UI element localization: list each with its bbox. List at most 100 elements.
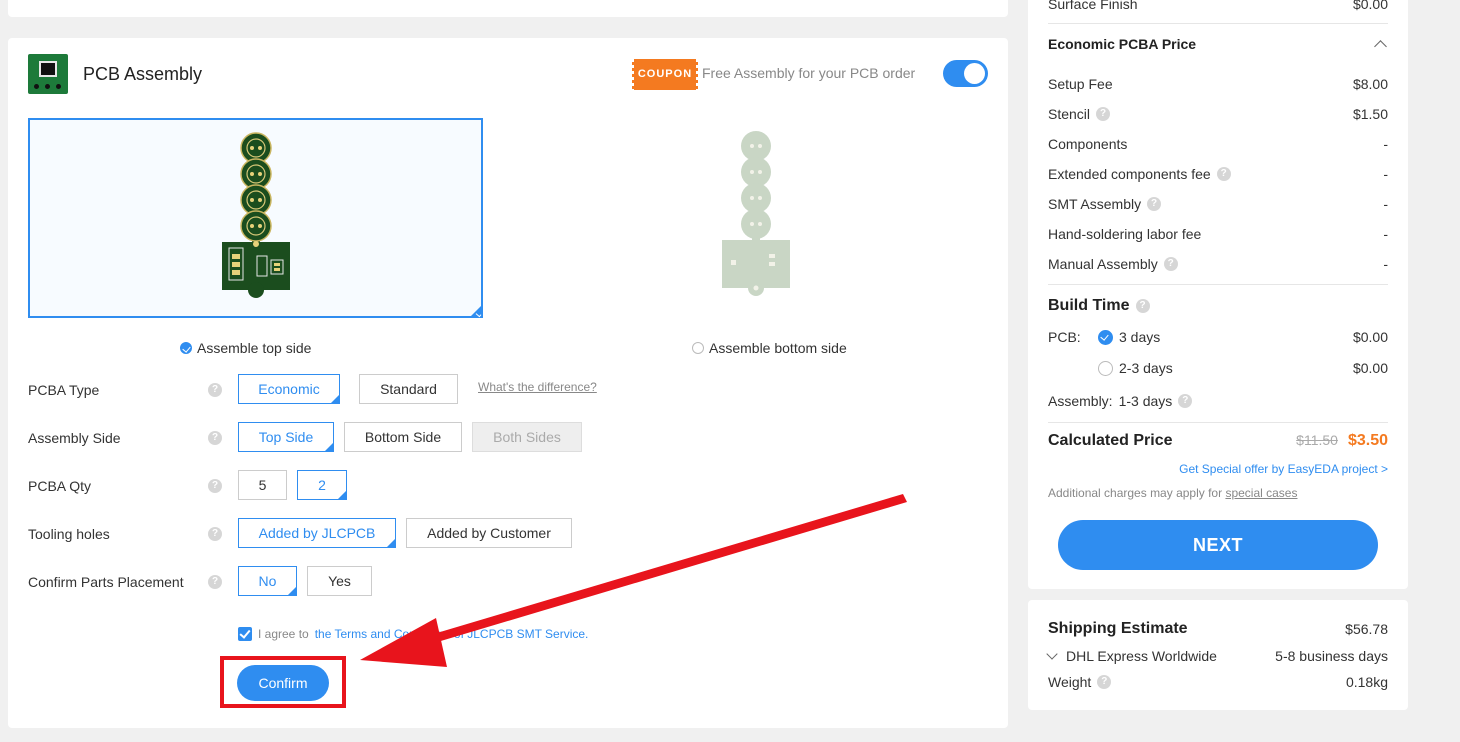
whats-the-difference-link[interactable]: What's the difference? xyxy=(478,380,597,394)
assembly-time-value: 1-3 days xyxy=(1118,393,1173,409)
shipping-title: Shipping Estimate xyxy=(1048,620,1188,637)
help-icon[interactable]: ? xyxy=(1216,167,1231,181)
manual-assembly-label: Manual Assembly xyxy=(1048,256,1158,272)
shipping-estimate-card: Shipping Estimate $56.78 DHL Express Wor… xyxy=(1028,600,1408,710)
calculated-price-row: Calculated Price $11.50 $3.50 xyxy=(1048,432,1388,450)
setup-fee-value: $8.00 xyxy=(1352,76,1388,92)
stencil-value: $1.50 xyxy=(1352,106,1388,122)
help-icon[interactable]: ? xyxy=(208,575,222,589)
pcba-qty-2-button[interactable]: 2 xyxy=(297,470,347,500)
weight-value: 0.18kg xyxy=(1345,674,1388,690)
hand-soldering-label: Hand-soldering labor fee xyxy=(1048,226,1202,242)
help-icon[interactable]: ? xyxy=(1097,675,1112,689)
previous-section-card xyxy=(8,0,1008,17)
help-icon[interactable]: ? xyxy=(1178,394,1193,408)
pcb-2-3-days-label: 2-3 days xyxy=(1119,360,1173,376)
components-row: Components - xyxy=(1048,136,1388,152)
stencil-label: Stencil xyxy=(1048,106,1091,122)
top-side-preview[interactable] xyxy=(28,118,483,318)
additional-prefix: Additional charges may apply for xyxy=(1048,486,1223,500)
hand-soldering-value: - xyxy=(1383,226,1388,242)
radio-unchecked-icon xyxy=(692,342,704,354)
additional-charges-note: Additional charges may apply for special… xyxy=(1048,486,1297,500)
help-icon[interactable]: ? xyxy=(208,527,222,541)
confirm-parts-no-button[interactable]: No xyxy=(238,566,297,596)
pcb-assembly-icon xyxy=(28,54,68,94)
pcb-top-image xyxy=(221,132,290,298)
surface-finish-row: Surface Finish $0.00 xyxy=(1048,0,1388,12)
both-sides-button: Both Sides xyxy=(472,422,582,452)
special-cases-link[interactable]: special cases xyxy=(1225,486,1297,500)
shipping-method-row[interactable]: DHL Express Worldwide 5-8 business days xyxy=(1046,648,1388,664)
confirm-highlight-box: Confirm xyxy=(220,656,346,708)
radio-checked-icon xyxy=(1098,329,1113,345)
components-value: - xyxy=(1383,136,1388,152)
build-time-title: Build Time xyxy=(1048,297,1130,314)
manual-assembly-row: Manual Assembly? - xyxy=(1048,256,1388,272)
confirm-parts-yes-button[interactable]: Yes xyxy=(307,566,372,596)
extended-components-value: - xyxy=(1383,166,1388,182)
help-icon[interactable]: ? xyxy=(208,383,222,397)
shipping-value: $56.78 xyxy=(1345,621,1388,637)
agree-prefix: I agree to xyxy=(258,627,309,641)
chevron-down-icon xyxy=(1046,648,1058,660)
help-icon[interactable]: ? xyxy=(1163,257,1178,271)
terms-link[interactable]: the Terms and Conditions of JLCPCB SMT S… xyxy=(315,627,589,641)
setup-fee-label: Setup Fee xyxy=(1048,76,1113,92)
chevron-up-icon xyxy=(1374,40,1387,53)
confirm-parts-row: Confirm Parts Placement ? No Yes xyxy=(28,566,728,598)
pcb-2-3-days-value: $0.00 xyxy=(1352,360,1388,376)
agree-checkbox[interactable] xyxy=(238,627,252,641)
bottom-side-preview[interactable] xyxy=(528,118,983,318)
smt-assembly-value: - xyxy=(1383,196,1388,212)
smt-assembly-row: SMT Assembly? - xyxy=(1048,196,1388,212)
special-offer-link[interactable]: Get Special offer by EasyEDA project > xyxy=(1179,462,1388,476)
shipping-method: DHL Express Worldwide xyxy=(1066,648,1217,664)
pcb-bottom-image xyxy=(721,131,790,296)
assemble-top-label: Assemble top side xyxy=(197,340,312,356)
economic-price-title: Economic PCBA Price xyxy=(1048,36,1197,52)
added-by-jlcpcb-button[interactable]: Added by JLCPCB xyxy=(238,518,396,548)
build-time-header: Build Time ? xyxy=(1048,297,1388,315)
manual-assembly-value: - xyxy=(1383,256,1388,272)
pcb-assembly-card: PCB Assembly COUPON Free Assembly for yo… xyxy=(8,38,1008,728)
components-label: Components xyxy=(1048,136,1128,152)
top-side-button[interactable]: Top Side xyxy=(238,422,334,452)
pcba-type-row: PCBA Type ? Economic Standard What's the… xyxy=(28,374,728,406)
added-by-customer-button[interactable]: Added by Customer xyxy=(406,518,572,548)
confirm-button[interactable]: Confirm xyxy=(237,665,329,701)
bottom-side-button[interactable]: Bottom Side xyxy=(344,422,462,452)
pcb-2-3-days-row[interactable]: 2-3 days $0.00 xyxy=(1048,360,1388,376)
free-assembly-toggle[interactable] xyxy=(943,60,988,87)
assemble-bottom-radio[interactable]: Assemble bottom side xyxy=(692,340,847,356)
stencil-row: Stencil? $1.50 xyxy=(1048,106,1388,122)
pcb-3-days-row[interactable]: PCB: 3 days $0.00 xyxy=(1048,329,1388,345)
surface-finish-label: Surface Finish xyxy=(1048,0,1138,12)
assembly-time-label: Assembly: xyxy=(1048,393,1113,409)
help-icon[interactable]: ? xyxy=(1096,107,1111,121)
smt-assembly-label: SMT Assembly xyxy=(1048,196,1142,212)
hand-soldering-row: Hand-soldering labor fee - xyxy=(1048,226,1388,242)
help-icon[interactable]: ? xyxy=(1147,197,1162,211)
extended-components-row: Extended components fee? - xyxy=(1048,166,1388,182)
pcba-type-standard-button[interactable]: Standard xyxy=(359,374,458,404)
help-icon[interactable]: ? xyxy=(208,479,222,493)
next-button[interactable]: NEXT xyxy=(1058,520,1378,570)
economic-price-header[interactable]: Economic PCBA Price xyxy=(1048,36,1388,53)
section-title: PCB Assembly xyxy=(83,64,203,84)
pcba-qty-5-button[interactable]: 5 xyxy=(238,470,287,500)
help-icon[interactable]: ? xyxy=(208,431,222,445)
radio-unchecked-icon xyxy=(1098,360,1113,376)
assemble-top-radio[interactable]: Assemble top side xyxy=(180,340,311,356)
shipping-method-time: 5-8 business days xyxy=(1275,648,1388,664)
tooling-holes-row: Tooling holes ? Added by JLCPCB Added by… xyxy=(28,518,728,550)
pcba-type-economic-button[interactable]: Economic xyxy=(238,374,340,404)
surface-finish-value: $0.00 xyxy=(1352,0,1388,12)
calculated-price-label: Calculated Price xyxy=(1048,432,1173,449)
help-icon[interactable]: ? xyxy=(1135,299,1150,313)
assemble-bottom-label: Assemble bottom side xyxy=(709,340,847,356)
coupon-badge: COUPON xyxy=(630,59,700,90)
weight-row: Weight? 0.18kg xyxy=(1048,674,1388,690)
pcb-3-days-value: $0.00 xyxy=(1352,329,1388,345)
assembly-side-row: Assembly Side ? Top Side Bottom Side Bot… xyxy=(28,422,728,454)
